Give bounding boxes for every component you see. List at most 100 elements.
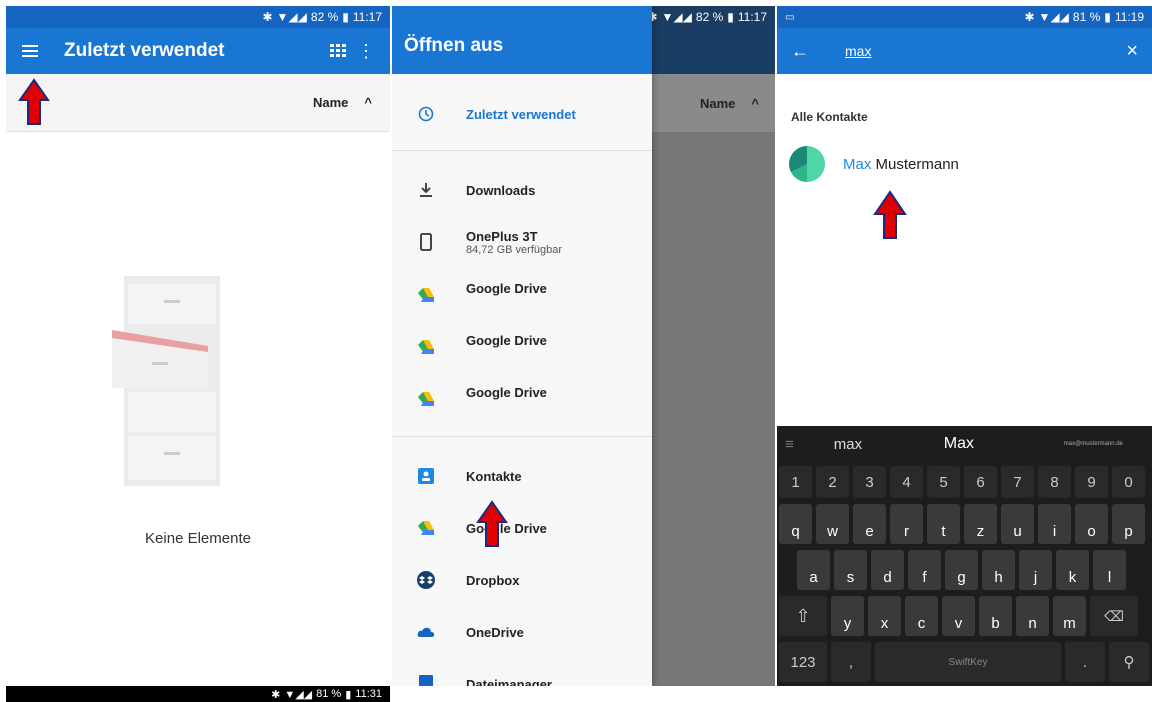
contact-name-match: Max bbox=[843, 155, 872, 173]
drawer-item-google-drive[interactable]: Google Drive bbox=[392, 326, 652, 354]
key-x[interactable]: x bbox=[868, 596, 901, 636]
suggestion-3[interactable]: max@mustermann.de bbox=[1064, 441, 1123, 447]
key-f[interactable]: f bbox=[908, 550, 941, 590]
suggestion-2[interactable]: Max bbox=[944, 435, 1064, 453]
drawer-item-google-drive[interactable]: Google Drive bbox=[392, 274, 652, 302]
contact-name: Max Mustermann bbox=[843, 156, 959, 173]
key-j[interactable]: j bbox=[1019, 550, 1052, 590]
key-r[interactable]: r bbox=[890, 504, 923, 544]
key-1[interactable]: 1 bbox=[779, 466, 812, 498]
page-title: Zuletzt verwendet bbox=[64, 40, 225, 61]
key-h[interactable]: h bbox=[982, 550, 1015, 590]
key-a[interactable]: a bbox=[797, 550, 830, 590]
key-d[interactable]: d bbox=[871, 550, 904, 590]
contact-result[interactable]: Max Mustermann bbox=[789, 146, 959, 182]
menu-icon[interactable] bbox=[16, 37, 44, 65]
red-arrow-up-icon bbox=[873, 190, 907, 239]
key-8[interactable]: 8 bbox=[1038, 466, 1071, 498]
number-row: 1 2 3 4 5 6 7 8 9 0 bbox=[777, 466, 1152, 498]
clock: 11:17 bbox=[352, 10, 382, 24]
drawer-item-onedrive[interactable]: OneDrive bbox=[392, 620, 652, 644]
google-drive-icon bbox=[416, 521, 436, 535]
empty-cabinet-illustration bbox=[112, 276, 220, 486]
storage-info: 84,72 GB verfügbar bbox=[466, 243, 563, 256]
backspace-key-icon[interactable]: ⌫ bbox=[1090, 596, 1138, 636]
key-z[interactable]: z bbox=[964, 504, 997, 544]
suggestion-1[interactable]: max bbox=[834, 436, 944, 453]
key-c[interactable]: c bbox=[905, 596, 938, 636]
key-2[interactable]: 2 bbox=[816, 466, 849, 498]
drawer-title: Öffnen aus bbox=[404, 35, 504, 56]
panel-contact-search: ▭ ✱ ▼◢◢ 81 % ▮ 11:19 ← max × Alle Kontak… bbox=[777, 6, 1152, 686]
drawer-item-label: Zuletzt verwendet bbox=[466, 106, 576, 122]
clock-icon bbox=[416, 106, 436, 122]
key-7[interactable]: 7 bbox=[1001, 466, 1034, 498]
overflow-menu-icon[interactable]: ⋮ bbox=[352, 37, 380, 65]
period-key[interactable]: . bbox=[1065, 642, 1105, 682]
sort-label[interactable]: Name bbox=[313, 95, 348, 110]
key-e[interactable]: e bbox=[853, 504, 886, 544]
space-key[interactable]: SwiftKey bbox=[875, 642, 1061, 682]
key-o[interactable]: o bbox=[1075, 504, 1108, 544]
key-i[interactable]: i bbox=[1038, 504, 1071, 544]
drawer-item-google-drive[interactable]: Google Drive bbox=[392, 516, 652, 540]
grid-view-icon[interactable] bbox=[324, 37, 352, 65]
key-b[interactable]: b bbox=[979, 596, 1012, 636]
panel-open-from: Name ^ ✱ ▼◢◢ 82 % ▮ 11:17 Öffnen aus Zul… bbox=[392, 6, 775, 686]
key-m[interactable]: m bbox=[1053, 596, 1086, 636]
drawer-item-recent[interactable]: Zuletzt verwendet bbox=[392, 102, 652, 126]
clock: 11:19 bbox=[1114, 10, 1144, 24]
key-l[interactable]: l bbox=[1093, 550, 1126, 590]
close-icon[interactable]: × bbox=[1126, 40, 1138, 63]
drawer-item-label: Google Drive bbox=[466, 280, 547, 296]
comma-key[interactable]: , bbox=[831, 642, 871, 682]
phone-icon bbox=[416, 233, 436, 251]
drawer-item-label: Google Drive bbox=[466, 332, 547, 348]
drawer-item-google-drive[interactable]: Google Drive bbox=[392, 380, 652, 406]
key-t[interactable]: t bbox=[927, 504, 960, 544]
key-3[interactable]: 3 bbox=[853, 466, 886, 498]
letter-row-1: q w e r t z u i o p bbox=[777, 504, 1152, 544]
key-n[interactable]: n bbox=[1016, 596, 1049, 636]
google-drive-icon bbox=[416, 326, 436, 354]
clock: 11:17 bbox=[737, 10, 767, 24]
dimmed-background[interactable]: Name ^ bbox=[652, 6, 775, 686]
clock: 11:31 bbox=[355, 688, 382, 700]
back-arrow-icon[interactable]: ← bbox=[791, 41, 809, 62]
key-g[interactable]: g bbox=[945, 550, 978, 590]
search-key-icon[interactable]: ⚲ bbox=[1109, 642, 1149, 682]
key-4[interactable]: 4 bbox=[890, 466, 923, 498]
download-icon bbox=[416, 182, 436, 198]
key-9[interactable]: 9 bbox=[1075, 466, 1108, 498]
drawer-item-label: OnePlus 3T bbox=[466, 228, 538, 244]
key-q[interactable]: q bbox=[779, 504, 812, 544]
key-v[interactable]: v bbox=[942, 596, 975, 636]
contacts-icon bbox=[416, 468, 436, 484]
red-arrow-up-icon bbox=[18, 78, 50, 125]
drawer-item-contacts[interactable]: Kontakte bbox=[392, 464, 652, 488]
drawer-item-oneplus[interactable]: OnePlus 3T 84,72 GB verfügbar bbox=[392, 224, 652, 260]
search-input[interactable]: max bbox=[845, 43, 1126, 59]
shift-key-icon[interactable]: ⇧ bbox=[779, 596, 827, 636]
symbols-key[interactable]: 123 bbox=[779, 642, 827, 682]
sort-direction-icon[interactable]: ^ bbox=[364, 95, 372, 110]
key-5[interactable]: 5 bbox=[927, 466, 960, 498]
key-k[interactable]: k bbox=[1056, 550, 1089, 590]
drawer-item-dropbox[interactable]: Dropbox bbox=[392, 568, 652, 592]
key-s[interactable]: s bbox=[834, 550, 867, 590]
key-y[interactable]: y bbox=[831, 596, 864, 636]
signal-icon: ▼◢◢ bbox=[276, 10, 307, 24]
drawer-item-downloads[interactable]: Downloads bbox=[392, 178, 652, 202]
hamburger-icon[interactable]: ≡ bbox=[785, 436, 794, 453]
battery-icon: ▮ bbox=[342, 10, 349, 24]
drawer-item-file-manager[interactable]: Dateimanager bbox=[392, 672, 652, 686]
key-6[interactable]: 6 bbox=[964, 466, 997, 498]
key-u[interactable]: u bbox=[1001, 504, 1034, 544]
sort-direction-icon: ^ bbox=[751, 95, 759, 111]
key-0[interactable]: 0 bbox=[1112, 466, 1145, 498]
battery-level: 81 % bbox=[316, 688, 342, 700]
google-drive-icon bbox=[416, 274, 436, 302]
key-p[interactable]: p bbox=[1112, 504, 1145, 544]
key-w[interactable]: w bbox=[816, 504, 849, 544]
battery-level: 82 % bbox=[310, 10, 339, 24]
